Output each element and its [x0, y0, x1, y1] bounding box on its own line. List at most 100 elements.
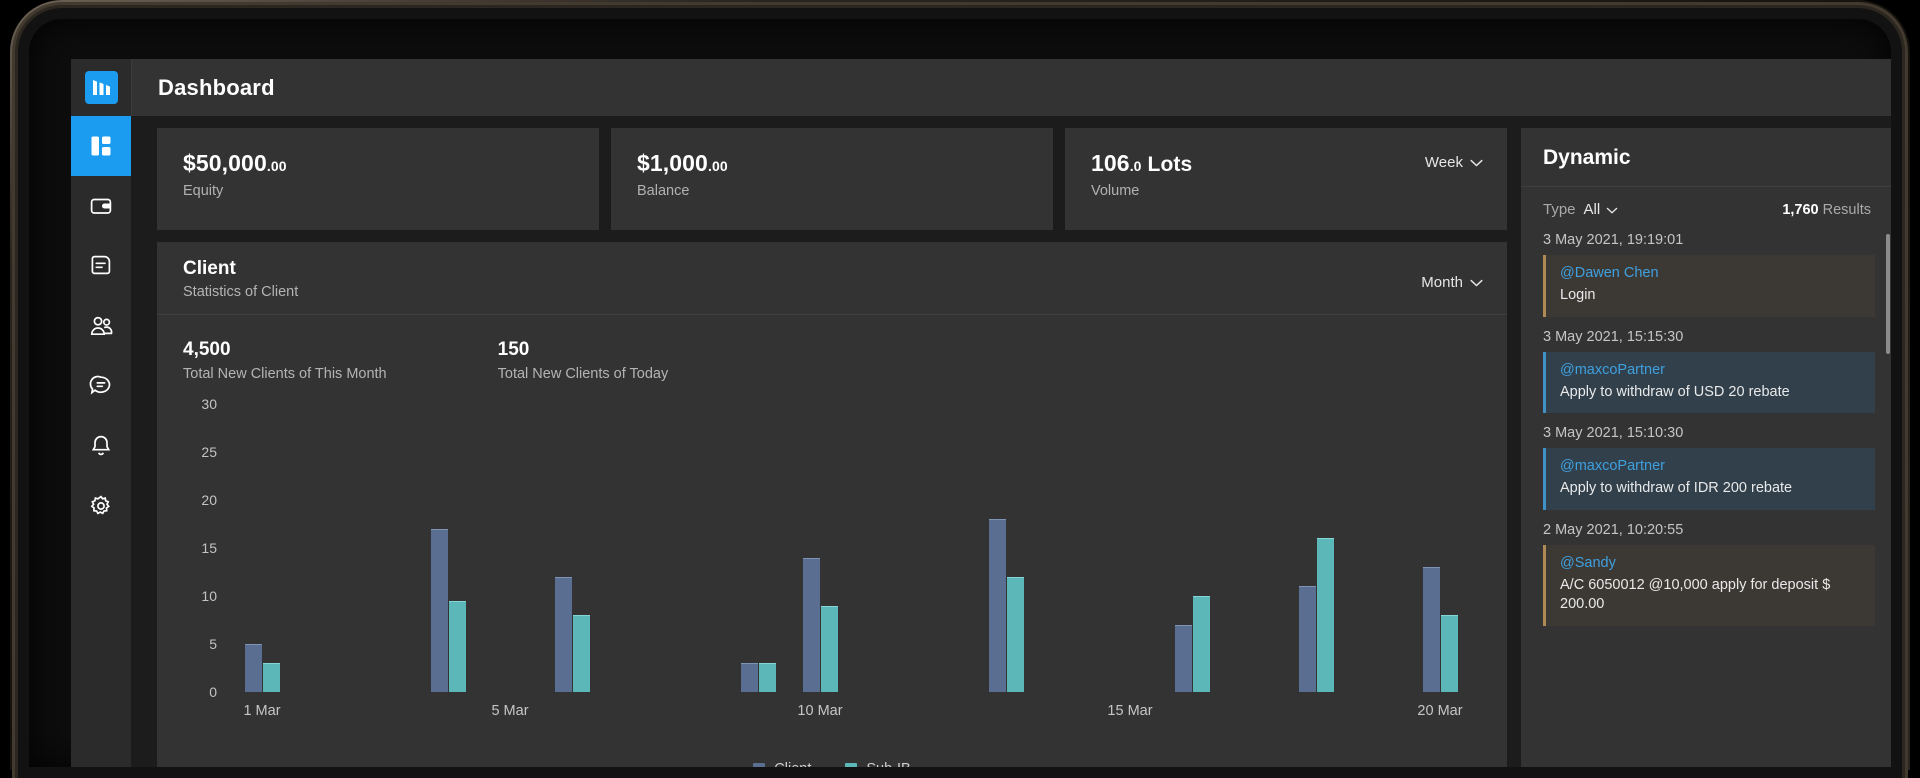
dynamic-entry-card[interactable]: @Dawen Chen Login [1543, 255, 1875, 317]
chart-x-tick: 10 Mar [797, 703, 843, 719]
balance-value: $1,000.00 [637, 150, 728, 176]
bell-icon [89, 434, 113, 458]
app-shell: Dashboard $50,000.00 Equity $1,000.00 Ba… [131, 59, 1891, 767]
dynamic-entry-time: 3 May 2021, 15:10:30 [1543, 425, 1684, 442]
chart-bar-subib[interactable] [1441, 615, 1458, 692]
chart-bar-subib[interactable] [1193, 596, 1210, 692]
chart-y-tick: 25 [201, 444, 217, 460]
client-panel-header: Client Statistics of Client Month [157, 242, 1507, 315]
chart-bar-group[interactable] [803, 557, 838, 692]
dynamic-type-value[interactable]: All [1584, 201, 1619, 218]
wallet-icon [89, 194, 113, 218]
sidebar-item-settings[interactable] [71, 476, 131, 536]
chevron-down-icon [1470, 274, 1483, 291]
dynamic-entry-user[interactable]: @Dawen Chen [1560, 265, 1861, 281]
sidebar-item-messages[interactable] [71, 356, 131, 416]
balance-label: Balance [637, 183, 690, 199]
equity-cents: .00 [266, 158, 287, 174]
dynamic-results-label: Results [1822, 201, 1871, 218]
dynamic-entry-time: 3 May 2021, 19:19:01 [1543, 232, 1684, 248]
dynamic-activity-list[interactable]: 3 May 2021, 19:19:01 @Dawen Chen Login 3 Ma… [1521, 228, 1891, 767]
chevron-down-icon [1606, 201, 1618, 218]
stat-new-clients-month: 4,500 Total New Clients of This Month [183, 339, 387, 382]
client-period-dropdown[interactable]: Month [1421, 274, 1483, 291]
dynamic-entry-user[interactable]: @Sandy [1560, 555, 1861, 571]
sidebar-item-notifications[interactable] [71, 416, 131, 476]
dynamic-entry-text: Apply to withdraw of USD 20 rebate [1560, 383, 1790, 400]
sidebar-item-wallet[interactable] [71, 176, 131, 236]
dynamic-title: Dynamic [1543, 146, 1631, 169]
dynamic-filter-row: Type All 1,760 Results [1521, 187, 1891, 228]
volume-value: 106.0 Lots [1091, 150, 1193, 176]
dynamic-type-current: All [1583, 201, 1601, 218]
client-chart: 0 5 10 15 20 25 30 1 Mar 5 Mar 10 Mar 15 Mar 20 Ma… [157, 386, 1507, 767]
chart-bar-client[interactable] [245, 644, 262, 692]
chart-bar-client[interactable] [803, 557, 820, 692]
sidebar-item-reports[interactable] [71, 236, 131, 296]
dynamic-scrollbar[interactable] [1886, 234, 1890, 354]
chart-bar-client[interactable] [741, 663, 758, 692]
chart-bar-group[interactable] [989, 519, 1024, 692]
chart-bar-group[interactable] [1299, 538, 1334, 692]
chart-bar-group[interactable] [431, 528, 466, 692]
chart-y-tick: 20 [201, 492, 217, 508]
dynamic-entry-text: A/C 6050012 @10,000 apply for deposit $ … [1560, 576, 1831, 613]
volume-unit: Lots [1141, 153, 1193, 176]
dynamic-entry-user[interactable]: @maxcoPartner [1560, 458, 1861, 474]
chart-plot-area: 0 5 10 15 20 25 30 1 Mar 5 Mar 10 Mar 15 Mar 20 Ma… [183, 394, 1481, 729]
stat-today-label: Total New Clients of Today [497, 366, 669, 382]
chart-bar-subib[interactable] [821, 605, 838, 692]
page-title: Dashboard [158, 74, 275, 100]
equity-value: $50,000.00 [183, 150, 287, 176]
chart-bar-group[interactable] [245, 644, 280, 692]
dynamic-entry: 2 May 2021, 10:20:55 @Sandy A/C 6050012 @1… [1543, 522, 1875, 626]
chart-bar-group[interactable] [1175, 596, 1210, 692]
dynamic-type-label: Type [1543, 201, 1576, 218]
chart-legend-item[interactable]: Sub-IB [845, 761, 911, 767]
dynamic-entry-card[interactable]: @maxcoPartner Apply to withdraw of IDR 20… [1543, 448, 1875, 510]
sidebar-item-clients[interactable] [71, 296, 131, 356]
chart-bar-client[interactable] [555, 576, 572, 692]
document-icon [89, 254, 113, 278]
dynamic-entry-user[interactable]: @maxcoPartner [1560, 362, 1861, 378]
chart-bar-subib[interactable] [759, 663, 776, 692]
chart-bar-subib[interactable] [449, 600, 466, 692]
chart-bar-group[interactable] [555, 576, 590, 692]
volume-period-dropdown[interactable]: Week [1425, 154, 1483, 171]
dynamic-entry-card[interactable]: @Sandy A/C 6050012 @10,000 apply for depo… [1543, 544, 1875, 626]
client-title: Client [183, 258, 236, 279]
chart-bar-subib[interactable] [573, 615, 590, 692]
chart-bar-subib[interactable] [1007, 576, 1024, 692]
chart-bars [231, 404, 1471, 692]
chart-x-tick: 1 Mar [243, 703, 281, 719]
chart-bar-client[interactable] [1299, 586, 1316, 692]
chart-bar-client[interactable] [1175, 624, 1192, 692]
stat-today-value: 150 [497, 339, 530, 360]
chat-bubble-icon [89, 374, 113, 398]
chart-bar-subib[interactable] [263, 663, 280, 692]
metric-card-balance: $1,000.00 Balance [611, 128, 1053, 230]
chart-bar-client[interactable] [1423, 567, 1440, 692]
dynamic-type-filter[interactable]: Type All [1543, 201, 1618, 218]
app-logo[interactable] [71, 59, 131, 116]
legend-swatch-icon [753, 763, 766, 767]
chart-bar-client[interactable] [431, 528, 448, 692]
legend-swatch-icon [845, 763, 858, 767]
dynamic-entry-card[interactable]: @maxcoPartner Apply to withdraw of USD 20… [1543, 351, 1875, 414]
chart-legend-item[interactable]: Client [753, 761, 811, 767]
stat-new-clients-today: 150 Total New Clients of Today [498, 339, 669, 382]
chart-bar-group[interactable] [1423, 567, 1458, 692]
dashboard-grid-icon [89, 134, 113, 158]
dynamic-header: Dynamic [1521, 128, 1891, 187]
dynamic-entry-text: Login [1560, 287, 1596, 303]
chart-bar-subib[interactable] [1317, 538, 1334, 692]
chart-bar-client[interactable] [989, 519, 1006, 692]
chart-bar-group[interactable] [741, 663, 776, 692]
client-subtitle: Statistics of Client [183, 284, 299, 300]
dynamic-entry: 3 May 2021, 19:19:01 @Dawen Chen Login [1543, 232, 1875, 317]
client-period-value: Month [1421, 274, 1463, 291]
sidebar-item-dashboard[interactable] [71, 116, 131, 176]
dynamic-entry-time: 2 May 2021, 10:20:55 [1543, 521, 1684, 538]
volume-period-value: Week [1424, 154, 1463, 171]
users-icon [89, 314, 114, 338]
